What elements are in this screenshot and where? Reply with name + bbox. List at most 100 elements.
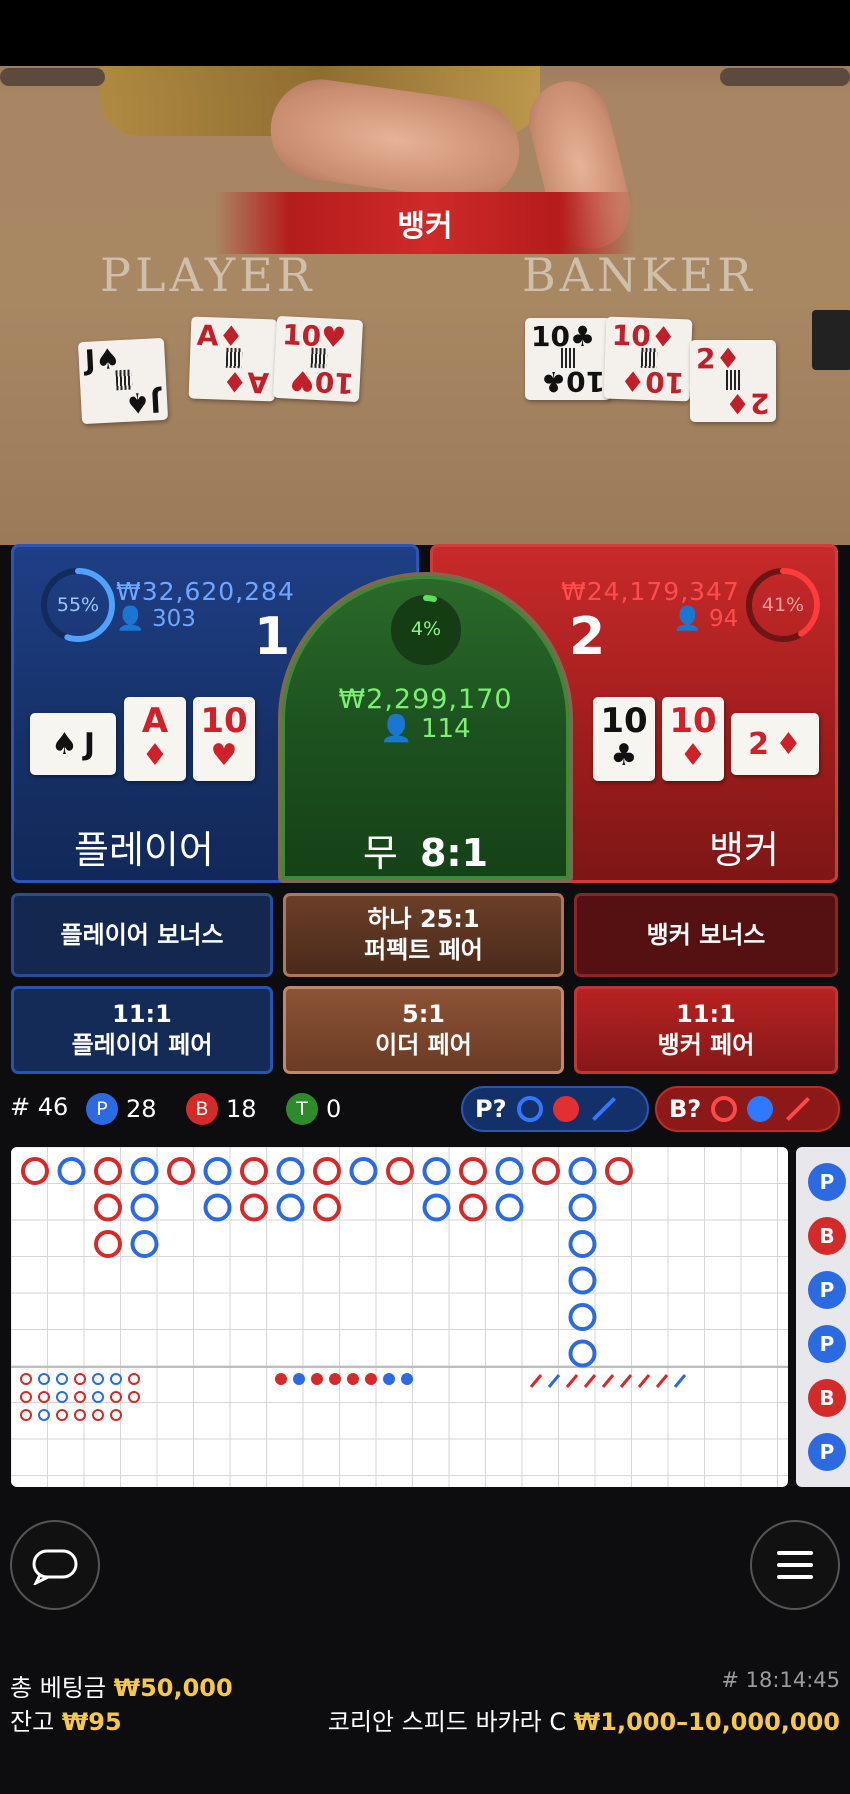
banker-dot-icon: B xyxy=(186,1093,218,1125)
player-result-mark xyxy=(203,1157,232,1185)
small-road-mark xyxy=(110,1409,122,1421)
video-card: 10♦ 10♦ xyxy=(603,316,693,402)
blue-dot-icon xyxy=(747,1096,774,1122)
banker-bonus-button[interactable]: 뱅커 보너스 xyxy=(574,893,838,977)
menu-icon xyxy=(777,1551,813,1579)
blue-slash-icon xyxy=(591,1096,616,1122)
person-icon: 👤 xyxy=(673,606,702,632)
banker-result-mark xyxy=(21,1157,49,1185)
small-road-mark xyxy=(128,1373,140,1385)
table-player-word: PLAYER xyxy=(100,248,316,302)
result-banner: 뱅커 xyxy=(215,192,635,254)
tie-bet-area[interactable]: 4% ₩2,299,170 👤 114 무 8:1 xyxy=(278,572,573,883)
player-result-mark xyxy=(568,1157,597,1185)
hand-card: 10 ♥ xyxy=(193,697,255,781)
player-result-mark xyxy=(349,1157,378,1185)
player-bettor-count: 👤 303 xyxy=(116,605,196,632)
banker-label: 뱅커 xyxy=(709,828,779,872)
banker-percent: 41% xyxy=(761,594,805,616)
player-predict-button[interactable]: P? xyxy=(461,1086,649,1132)
banker-result-mark xyxy=(605,1157,633,1185)
small-road-mark xyxy=(92,1373,104,1385)
banker-result-mark xyxy=(94,1193,122,1222)
banker-result-mark xyxy=(313,1193,341,1222)
blue-ring-icon xyxy=(516,1096,543,1122)
cockroach-road-mark xyxy=(565,1374,579,1388)
tie-label: 무 xyxy=(362,831,398,875)
small-road-mark xyxy=(110,1391,122,1403)
balance-row: 잔고 ₩95 xyxy=(10,1702,122,1737)
red-ring-icon xyxy=(711,1096,738,1122)
player-result-mark xyxy=(276,1157,305,1185)
banker-pair-button[interactable]: 11:1 뱅커 페어 xyxy=(574,986,838,1074)
banker-result-mark xyxy=(94,1157,122,1185)
tie-bet-amount: ₩2,299,170 xyxy=(338,684,513,715)
banker-predict-button[interactable]: B? xyxy=(655,1086,840,1132)
banker-win-count: B 18 xyxy=(186,1093,257,1125)
scoreboard-roadmap[interactable] xyxy=(11,1147,788,1487)
perfect-pair-odds: 하나 25:1 xyxy=(367,905,480,933)
side-player-marker: P xyxy=(808,1163,846,1201)
cockroach-road-mark xyxy=(655,1374,669,1388)
chat-button[interactable] xyxy=(10,1520,100,1610)
balance-label: 잔고 xyxy=(10,1708,55,1736)
player-bet-amount: ₩32,620,284 xyxy=(116,577,295,606)
hand-card: ♠ J xyxy=(30,713,116,775)
banker-result-mark xyxy=(532,1157,560,1185)
banker-result-mark xyxy=(240,1193,268,1222)
table-name: 코리안 스피드 바카라 C xyxy=(327,1708,567,1736)
bead-road-mark xyxy=(311,1373,323,1385)
red-dot-icon xyxy=(552,1096,579,1122)
bead-road-mark xyxy=(347,1373,359,1385)
cockroach-road-mark xyxy=(547,1374,561,1388)
total-bet-row: 총 베팅금 ₩50,000 xyxy=(10,1668,233,1703)
either-pair-button[interactable]: 5:1 이더 페어 xyxy=(283,986,564,1074)
player-result-mark xyxy=(495,1193,524,1222)
table-info-row: 코리안 스피드 바카라 C ₩1,000–10,000,000 xyxy=(328,1702,840,1737)
tie-count-value: 114 xyxy=(421,714,471,744)
banker-pair-odds: 11:1 xyxy=(676,1000,736,1028)
player-predict-label: P? xyxy=(475,1095,507,1123)
player-count-value: 303 xyxy=(151,606,196,632)
small-road-mark xyxy=(56,1409,68,1421)
tie-odds: 8:1 xyxy=(419,831,489,875)
small-road-mark xyxy=(92,1391,104,1403)
banker-result-mark xyxy=(94,1230,122,1258)
player-result-mark xyxy=(568,1339,597,1368)
perfect-pair-label: 퍼펙트 페어 xyxy=(364,936,483,964)
banker-result-mark xyxy=(313,1157,341,1185)
banker-result-mark xyxy=(459,1193,487,1222)
player-result-mark xyxy=(495,1157,524,1185)
player-result-mark xyxy=(130,1157,159,1185)
roadmap-side-column[interactable]: PBPPBP xyxy=(796,1147,850,1487)
small-road-mark xyxy=(92,1409,104,1421)
player-result-mark xyxy=(57,1157,86,1185)
player-pair-button[interactable]: 11:1 플레이어 페어 xyxy=(11,986,273,1074)
live-video-feed: 뱅커 PLAYER BANKER J♠ J♠ A♦ A♦ 10♥ 10♥ 10♣ 10♣ 10♦… xyxy=(0,0,850,545)
banker-count-value: 94 xyxy=(708,606,739,632)
video-card: A♦ A♦ xyxy=(188,316,278,402)
top-status-bar xyxy=(0,0,850,66)
player-result-mark xyxy=(422,1157,451,1185)
hand-card: 10 ♣ xyxy=(593,697,655,781)
video-card: 10♥ 10♥ xyxy=(272,315,364,403)
menu-button[interactable] xyxy=(750,1520,840,1610)
player-result-mark xyxy=(568,1193,597,1222)
round-number: # 46 xyxy=(10,1093,69,1121)
player-result-mark xyxy=(276,1193,305,1222)
tie-win-count: T 0 xyxy=(286,1093,341,1125)
chat-icon xyxy=(32,1549,78,1585)
player-dot-icon: P xyxy=(86,1093,118,1125)
banker-bet-amount: ₩24,179,347 xyxy=(561,577,740,606)
table-rail-right xyxy=(720,68,850,86)
player-bonus-button[interactable]: 플레이어 보너스 xyxy=(11,893,273,977)
small-road-mark xyxy=(110,1373,122,1385)
player-result-mark xyxy=(568,1266,597,1295)
bead-road-mark xyxy=(365,1373,377,1385)
banker-score: 2 xyxy=(569,607,606,667)
tie-wins: 0 xyxy=(326,1095,342,1123)
perfect-pair-button[interactable]: 하나 25:1 퍼펙트 페어 xyxy=(283,893,564,977)
table-rail-left xyxy=(0,68,105,86)
player-percent: 55% xyxy=(56,594,100,616)
banker-wins: 18 xyxy=(226,1095,257,1123)
